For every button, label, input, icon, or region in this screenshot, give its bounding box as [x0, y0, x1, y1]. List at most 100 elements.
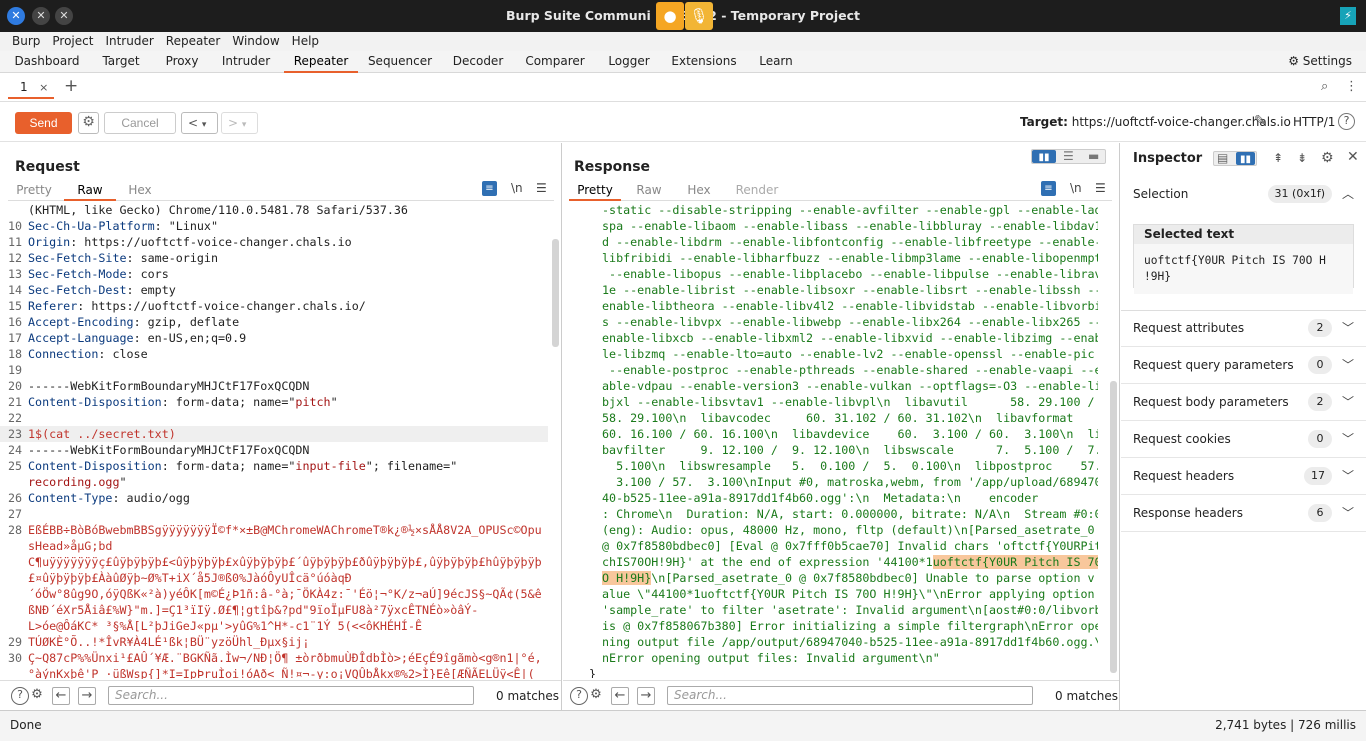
add-tab-icon[interactable]: + [64, 76, 78, 96]
tab-raw[interactable]: Raw [64, 183, 116, 201]
http-version[interactable]: HTTP/1 [1293, 115, 1335, 129]
menu-window[interactable]: Window [226, 32, 285, 48]
inspector-row-request-query-parameters[interactable]: Request query parameters 0 ﹀ [1121, 347, 1366, 384]
response-line: bjxl --enable-libsvtav1 --enable-libvpl\… [602, 395, 1095, 409]
previous-match-icon[interactable]: ← [52, 687, 70, 705]
tab-learn[interactable]: Learn [746, 51, 806, 73]
repeater-tab-1[interactable]: 1 × [8, 77, 54, 99]
wrap-lines-icon[interactable]: ≡ [1041, 181, 1056, 196]
line-text: ------WebKitFormBoundaryMHJCtF17FoxQCQDN [28, 443, 310, 457]
body-text: C¶uÿÿÿÿÿÿÿç£ûÿþÿþÿþ£<ûÿþÿþÿþ£xûÿþÿþÿþ£´û… [28, 555, 542, 569]
tab-pretty[interactable]: Pretty [569, 183, 621, 201]
tab-repeater[interactable]: Repeater [284, 51, 358, 73]
gear-icon: ⚙ [1288, 54, 1299, 68]
request-search-input[interactable]: Search... [108, 686, 474, 705]
header-name: Content-Disposition [28, 459, 162, 473]
wrap-lines-icon[interactable]: ≡ [482, 181, 497, 196]
hamburger-menu-icon[interactable]: ☰ [536, 181, 547, 195]
chevron-up-icon[interactable]: ︿ [1342, 185, 1354, 202]
tab-hex[interactable]: Hex [114, 183, 166, 201]
inspector-row-label: Request body parameters [1133, 395, 1289, 409]
chevron-down-icon[interactable]: ﹀ [1342, 393, 1354, 410]
inspector-row-count: 6 [1308, 504, 1332, 522]
tray-app-icon[interactable]: ⚡ [1340, 7, 1356, 25]
pencil-icon[interactable]: ✎ [1254, 113, 1266, 129]
next-match-icon[interactable]: → [637, 687, 655, 705]
response-line: 5.100\n libswresample 5. 0.100 / 5. 0.10… [602, 459, 1098, 473]
tab-sequencer[interactable]: Sequencer [364, 51, 436, 73]
menu-intruder[interactable]: Intruder [99, 32, 159, 48]
back-button[interactable]: < ▾ [181, 112, 218, 134]
response-scrollbar[interactable] [1110, 381, 1117, 673]
response-search-input[interactable]: Search... [667, 686, 1033, 705]
tab-dashboard[interactable]: Dashboard [8, 51, 86, 73]
request-scrollbar[interactable] [552, 239, 559, 347]
close-tab-icon[interactable]: × [39, 81, 48, 94]
send-button[interactable]: Send [15, 112, 72, 134]
chevron-down-icon[interactable]: ﹀ [1342, 467, 1354, 484]
selection-label: Selection [1133, 187, 1189, 201]
header-name: Sec-Fetch-Dest [28, 283, 127, 297]
tab-raw[interactable]: Raw [623, 183, 675, 201]
cancel-button[interactable]: Cancel [104, 112, 176, 134]
hamburger-menu-icon[interactable]: ☰ [1095, 181, 1106, 195]
gear-icon[interactable]: ⚙ [587, 687, 605, 705]
response-editor[interactable]: -static --disable-stripping --enable-avf… [563, 202, 1098, 678]
response-line: able-vdpau --enable-version3 --enable-vu… [602, 379, 1098, 393]
response-line: (eng): Audio: opus, 48000 Hz, mono, fltp… [602, 523, 1095, 537]
newline-icon[interactable]: \n [511, 181, 523, 195]
inspector-row-request-headers[interactable]: Request headers 17 ﹀ [1121, 458, 1366, 495]
gear-icon[interactable]: ⚙ [1321, 150, 1334, 166]
request-editor[interactable]: (KHTML, like Gecko) Chrome/110.0.5481.78… [0, 202, 548, 679]
layout-stacked-icon[interactable]: ☰ [1063, 149, 1074, 163]
layout-tabs-icon[interactable]: ▬ [1088, 149, 1099, 163]
collapse-all-icon[interactable]: ⇟ [1297, 151, 1307, 165]
expand-all-icon[interactable]: ⇞ [1273, 151, 1283, 165]
chevron-down-icon[interactable]: ﹀ [1342, 504, 1354, 521]
response-line: --enable-postproc --enable-pthreads --en… [602, 363, 1098, 377]
inspector-row-count: 2 [1308, 393, 1332, 411]
inspector-selection[interactable]: Selection 31 (0x1f) ︿ [1121, 176, 1366, 212]
menu-repeater[interactable]: Repeater [160, 32, 227, 48]
chevron-down-icon[interactable]: ﹀ [1342, 430, 1354, 447]
inspector-row-request-cookies[interactable]: Request cookies 0 ﹀ [1121, 421, 1366, 458]
menu-burp[interactable]: Burp [0, 32, 46, 48]
inspector-layout-active-icon[interactable]: ▮▮ [1236, 152, 1255, 165]
help-icon[interactable]: ? [11, 687, 29, 705]
highlighted-flag: O H!9H} [602, 571, 652, 585]
selected-text-value[interactable]: uoftctf{Y0UR Pitch IS 70O H !9H} [1134, 244, 1353, 294]
chevron-down-icon[interactable]: ﹀ [1342, 356, 1354, 373]
chevron-down-icon[interactable]: ﹀ [1342, 319, 1354, 336]
tab-render[interactable]: Render [731, 183, 783, 201]
settings-button[interactable]: ⚙ Settings [1288, 54, 1352, 68]
menu-project[interactable]: Project [46, 32, 99, 48]
selected-text-line-2: !9H} [1144, 270, 1171, 283]
help-icon[interactable]: ? [1338, 113, 1355, 130]
inspector-row-response-headers[interactable]: Response headers 6 ﹀ [1121, 495, 1366, 532]
kebab-menu-icon[interactable]: ⋮ [1345, 79, 1358, 94]
tab-extensions[interactable]: Extensions [668, 51, 740, 73]
layout-side-by-side-icon[interactable]: ▮▮ [1032, 150, 1056, 163]
tab-comparer[interactable]: Comparer [520, 51, 590, 73]
search-icon[interactable]: ⌕ [1321, 79, 1328, 94]
inspector-layout-icon[interactable]: ▤ [1217, 151, 1228, 165]
gear-icon[interactable]: ⚙ [28, 687, 46, 705]
help-icon[interactable]: ? [570, 687, 588, 705]
previous-match-icon[interactable]: ← [611, 687, 629, 705]
tab-target[interactable]: Target [92, 51, 150, 73]
tab-decoder[interactable]: Decoder [442, 51, 514, 73]
close-icon[interactable]: ✕ [1347, 149, 1359, 165]
status-bar: Done 2,741 bytes | 726 millis [0, 710, 1366, 741]
inspector-row-request-attributes[interactable]: Request attributes 2 ﹀ [1121, 310, 1366, 347]
inspector-row-request-body-parameters[interactable]: Request body parameters 2 ﹀ [1121, 384, 1366, 421]
newline-icon[interactable]: \n [1070, 181, 1082, 195]
next-match-icon[interactable]: → [78, 687, 96, 705]
tab-proxy[interactable]: Proxy [156, 51, 208, 73]
forward-button[interactable]: > ▾ [221, 112, 258, 134]
tab-pretty[interactable]: Pretty [8, 183, 60, 201]
tab-logger[interactable]: Logger [596, 51, 662, 73]
tab-intruder[interactable]: Intruder [214, 51, 278, 73]
send-options-gear-icon[interactable]: ⚙ [78, 112, 99, 134]
menu-help[interactable]: Help [286, 32, 325, 48]
tab-hex[interactable]: Hex [673, 183, 725, 201]
